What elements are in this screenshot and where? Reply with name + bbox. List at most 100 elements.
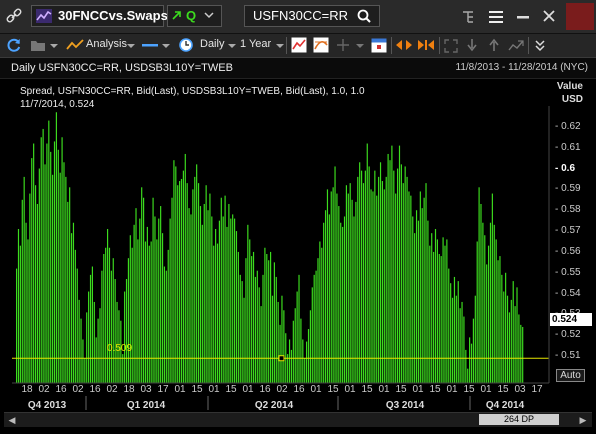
bar (243, 297, 245, 383)
bar (67, 201, 69, 383)
x-tick-label: 18 (123, 384, 135, 395)
quarter-label: Q4 2014 (485, 400, 525, 411)
bar (277, 301, 279, 383)
x-tick-label: 15 (463, 384, 475, 395)
bar (106, 228, 109, 383)
x-tick-label: 01 (208, 384, 220, 395)
bar (434, 228, 437, 383)
bar (351, 199, 353, 383)
time-scrollbar[interactable]: ◀ 264 DP ▶ (4, 412, 592, 427)
bar (188, 208, 190, 383)
bar (309, 310, 311, 383)
scroll-thumb[interactable]: 264 DP (479, 414, 559, 425)
bar (459, 308, 461, 383)
bar (328, 214, 330, 383)
bar (34, 185, 37, 383)
bar (319, 241, 321, 383)
bar (220, 197, 222, 383)
bar (110, 270, 112, 383)
x-tick-label: 17 (531, 384, 543, 395)
bar (298, 274, 300, 383)
bar (25, 222, 27, 383)
bar (167, 249, 169, 383)
bar (249, 239, 251, 383)
auto-scale-button[interactable]: Auto (556, 369, 585, 382)
bar (321, 247, 323, 383)
bar (338, 206, 340, 383)
bar (125, 279, 128, 383)
bar (438, 254, 440, 383)
bar (397, 168, 399, 383)
bar (429, 245, 431, 383)
series-legend: Spread, USFN30CC=RR, Bid(Last), USDSB3L1… (20, 85, 365, 111)
bar (89, 274, 92, 383)
bar (467, 368, 469, 383)
bar (419, 191, 421, 383)
bar (457, 281, 459, 383)
bar (450, 283, 452, 383)
bar (165, 270, 167, 383)
bar (376, 195, 378, 383)
bar (150, 241, 152, 383)
bar (209, 193, 211, 383)
bar (372, 191, 374, 383)
bar (74, 249, 76, 383)
bar (268, 260, 270, 383)
chart-plot-area[interactable] (0, 0, 596, 434)
bar (184, 153, 186, 383)
bar (42, 128, 44, 383)
x-tick-label: 02 (38, 384, 50, 395)
bar (470, 343, 473, 383)
bar (108, 247, 111, 383)
bar (99, 308, 101, 383)
bar (203, 203, 205, 383)
bar (317, 258, 319, 383)
bar (487, 245, 490, 383)
x-tick-label: 16 (55, 384, 67, 395)
y-tick-label: - 0.62 (555, 120, 581, 132)
bar (480, 203, 482, 383)
bar (472, 318, 474, 383)
y-tick-label: - 0.51 (555, 350, 581, 362)
bar (326, 189, 329, 383)
bar (141, 187, 143, 383)
y-tick-label: - 0.59 (555, 183, 581, 195)
reference-line-handle[interactable] (278, 355, 285, 362)
bar (173, 160, 175, 383)
bar-series (16, 112, 524, 383)
bar (40, 137, 42, 383)
bar (273, 262, 275, 383)
bar (93, 301, 95, 383)
bar (315, 270, 317, 383)
bar (347, 193, 349, 383)
bar (180, 178, 183, 383)
scroll-left-arrow-icon[interactable]: ◀ (7, 415, 17, 425)
bar (131, 247, 133, 383)
bar (332, 187, 334, 383)
x-tick-label: 03 (140, 384, 152, 395)
bar (226, 226, 228, 383)
bar (36, 203, 39, 383)
bar (53, 141, 56, 383)
bar (522, 326, 524, 383)
x-tick-label: 16 (259, 384, 271, 395)
bar (279, 324, 281, 383)
bar (196, 164, 198, 383)
bar (31, 158, 33, 383)
bar (476, 241, 478, 383)
bar (275, 276, 277, 383)
bar (201, 224, 203, 383)
bar (163, 266, 166, 383)
x-tick-label: 02 (276, 384, 288, 395)
y-tick-label: - 0.54 (555, 287, 581, 299)
bar (16, 268, 18, 383)
y-tick-label: - 0.52 (555, 329, 581, 341)
scroll-right-arrow-icon[interactable]: ▶ (578, 415, 588, 425)
bar (469, 337, 471, 383)
bar (112, 258, 114, 383)
bar (406, 176, 408, 383)
quarter-label: Q3 2014 (385, 400, 425, 411)
bar (300, 318, 302, 383)
bar (161, 233, 164, 383)
bar (491, 193, 493, 383)
